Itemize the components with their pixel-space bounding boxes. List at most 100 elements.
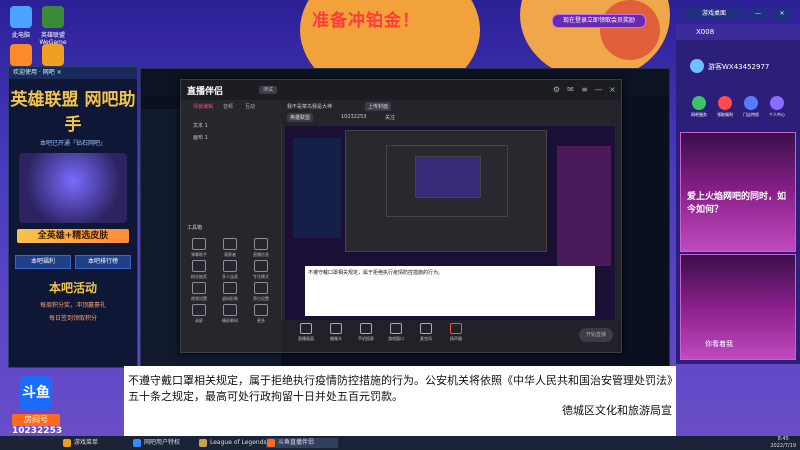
camera-icon [330, 323, 342, 334]
douyu-logo: 斗鱼 [20, 376, 52, 410]
tool-avatar[interactable]: 虚拟形象 [216, 282, 244, 302]
tool-danmaku[interactable]: 弹幕助手 [185, 238, 213, 258]
mic-icon [420, 323, 432, 334]
source-item[interactable]: 文本 1 [193, 122, 208, 129]
version-badge: 测试 [259, 86, 277, 94]
room-title[interactable]: 我不是菜鸟我是大神 [287, 103, 332, 110]
promo-logo: 英雄联盟 网吧助手 [10, 90, 136, 135]
preview-subtitle: 不遵守戴口罩相关规定，属于拒绝执行疫情防控措施的行为。 [305, 266, 595, 316]
narration-icon [254, 282, 268, 294]
tool-info[interactable]: 直播信息 [247, 238, 275, 258]
league-icon [199, 439, 207, 447]
upload-cover-button[interactable]: 上传封面 [365, 102, 392, 111]
stream-preview[interactable]: 不遵守戴口罩相关规定，属于拒绝执行疫情防控措施的行为。 [285, 126, 615, 320]
promo-title-bar: 欢迎使用 · 网吧 × [9, 67, 137, 79]
screen-icon [300, 323, 312, 334]
nested-preview [415, 156, 481, 198]
desktop-icon-computer[interactable]: 此电脑 [4, 6, 38, 39]
room-info-bar: 我不是菜鸟我是大神 上传封面 英雄联盟 10232253 关注 [281, 100, 621, 124]
window-icon [390, 323, 402, 334]
microphone-button[interactable]: 麦克风 [413, 323, 439, 342]
more-icon [254, 304, 268, 316]
camera-button[interactable]: 摄像头 [323, 323, 349, 342]
personal-center-button[interactable]: 个人中心 [766, 96, 788, 118]
speaker-button[interactable]: 扬声器 [443, 323, 469, 342]
avatar-icon [223, 282, 237, 294]
promo-card[interactable]: 爱上火焰网吧的同时，如今如何？ [680, 132, 796, 252]
promo-banner: 全英雄+精选皮肤 [17, 229, 129, 243]
lottery-icon [192, 260, 206, 272]
minimize-icon[interactable]: — [594, 85, 603, 94]
game-desktop-button[interactable]: 游戏桌面 [684, 8, 744, 20]
source-item[interactable]: 画布 1 [193, 134, 208, 141]
tool-multimic[interactable]: 多人连麦 [216, 260, 244, 280]
streaming-app-window[interactable]: 直播伴侣 测试 ⚙ ✉ ≡ — × 场景编辑 音频 互动 文本 1 画布 1 工… [180, 79, 622, 353]
store-privilege-button[interactable]: 门店特权 [740, 96, 762, 118]
close-button[interactable]: × [772, 8, 792, 20]
notice-source: 德城区文化和旅游局宣 [562, 404, 672, 417]
tab-scene[interactable]: 场景编辑 [193, 103, 213, 110]
system-clock[interactable]: 8:45 2022/7/19 [770, 436, 796, 450]
tab-interaction[interactable]: 互动 [245, 103, 255, 110]
mic-icon [223, 260, 237, 272]
info-icon [254, 238, 268, 250]
taskbar-item[interactable]: 游戏菜单 [62, 438, 134, 448]
login-reward-pill[interactable]: 现在登录立即领取会员奖励 [552, 14, 646, 28]
tool-more[interactable]: 更多 [247, 304, 275, 324]
store-icon [744, 96, 758, 110]
room-label: 房间号 [12, 414, 60, 426]
tool-focus[interactable]: 专注模式 [247, 260, 275, 280]
category-button[interactable]: 英雄联盟 [287, 113, 314, 122]
stream-headline: 准备冲铂金！ [312, 11, 420, 31]
desktop-icon-app[interactable] [4, 44, 38, 68]
desktop-icon-wegame[interactable] [36, 44, 70, 68]
claim-benefits-button[interactable]: 领取福利 [714, 96, 736, 118]
service-icon [692, 96, 706, 110]
menu-icon [63, 439, 71, 447]
close-icon[interactable]: × [608, 85, 617, 94]
highlight-icon [223, 304, 237, 316]
channel-badge: 斗鱼 房间号 10232253 [8, 372, 72, 436]
promo-card-text: 爱上火焰网吧的同时，如今如何？ [687, 192, 787, 215]
promo-card[interactable]: 你看着我 [680, 254, 796, 360]
focus-icon [254, 260, 268, 272]
notice-line-2: 五十条之规定，最高可处行政拘留十日并处五百元罚款。 [128, 390, 403, 403]
benefits-button[interactable]: 本吧福利 [15, 255, 71, 269]
tool-observer[interactable]: 观察者 [216, 238, 244, 258]
cartoon-figure [600, 0, 660, 60]
activity-title: 本吧活动 [48, 281, 97, 295]
username: 游客WX43452977 [708, 63, 770, 71]
seat-label: X008 [676, 24, 800, 40]
scene-screen-button[interactable]: 直播画面 [293, 323, 319, 342]
tool-video-settings[interactable]: 视频设置 [185, 282, 213, 302]
mail-icon[interactable]: ✉ [566, 85, 575, 94]
menu-icon[interactable]: ≡ [580, 85, 589, 94]
avatar [690, 59, 704, 73]
douyu-icon [267, 439, 275, 447]
tool-lottery[interactable]: 粉丝抽奖 [185, 260, 213, 280]
netcafe-service-button[interactable]: 网吧服务 [688, 96, 710, 118]
tool-highlight[interactable]: 精彩瞬间 [216, 304, 244, 324]
computer-icon [10, 6, 32, 28]
taskbar-item[interactable]: 网吧用户特权 [132, 438, 204, 448]
tool-narration[interactable]: 旁白设置 [247, 282, 275, 302]
game-window-button[interactable]: 游戏窗口 [383, 323, 409, 342]
phone-cast-button[interactable]: 手机投屏 [353, 323, 379, 342]
start-stream-button[interactable]: 开始直播 [579, 328, 613, 342]
netcafe-promo-panel: 欢迎使用 · 网吧 × 英雄联盟 网吧助手 本吧已开通「钻石网吧」 全英雄+精选… [8, 66, 138, 368]
browser-icon [133, 439, 141, 447]
desktop-icon-game[interactable]: 英雄联盟WeGame [36, 6, 70, 46]
notice-line-1: 不遵守戴口罩相关规定，属于拒绝执行疫情防控措施的行为。公安机关将依照《中华人民共… [128, 374, 678, 387]
promo-card-text: 你看着我 [705, 340, 733, 348]
ranking-button[interactable]: 本吧排行榜 [75, 255, 131, 269]
settings-icon[interactable]: ⚙ [552, 85, 561, 94]
tool-record[interactable]: 录屏 [185, 304, 213, 324]
taskbar-item[interactable]: League of Legends [198, 438, 272, 448]
taskbar-item[interactable]: 斗鱼直播伴侣 [266, 438, 338, 448]
preview-right-panel [557, 146, 611, 266]
preview-promo-panel [293, 138, 341, 238]
minimize-button[interactable]: — [748, 8, 768, 20]
tab-audio[interactable]: 音频 [223, 103, 233, 110]
room-id: 10232253 [12, 426, 63, 436]
danmaku-icon [192, 238, 206, 250]
